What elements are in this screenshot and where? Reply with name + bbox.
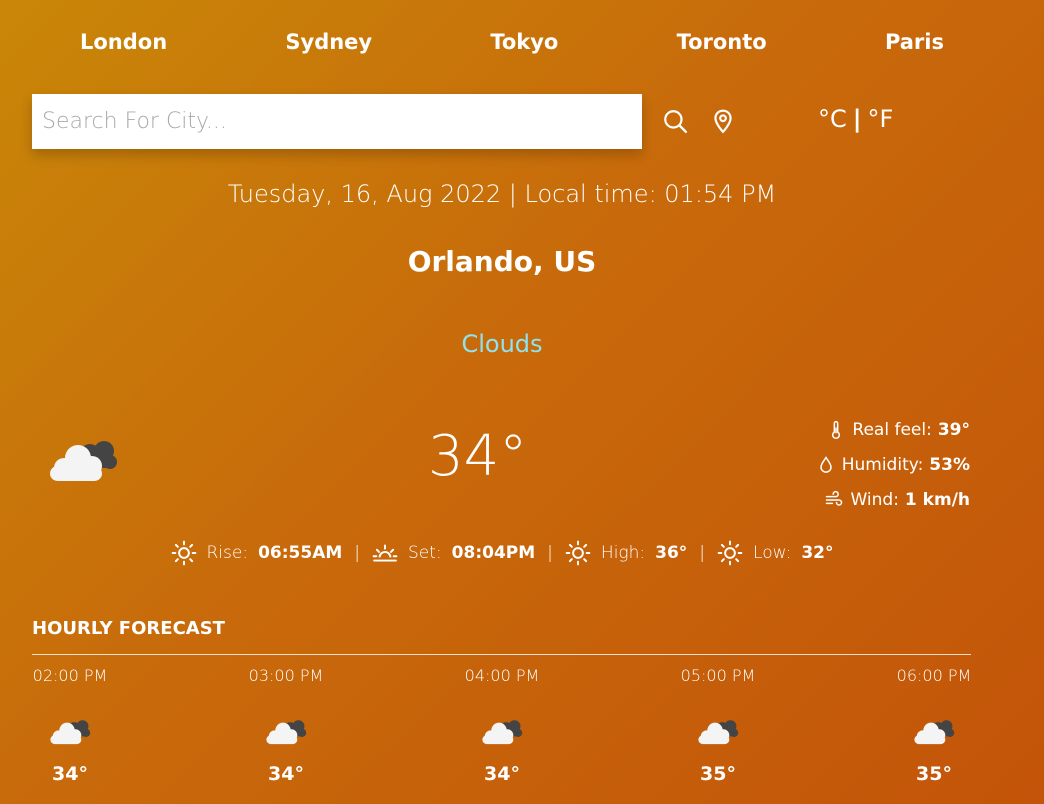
humidity-row: Humidity: 53% <box>816 447 970 482</box>
sun-icon <box>171 540 196 566</box>
sunset-icon <box>372 544 398 562</box>
real-feel-row: Real feel: 39° <box>816 412 970 447</box>
stat-separator: | <box>699 543 706 563</box>
city-link-london[interactable]: London <box>80 30 167 54</box>
sun-icon <box>565 540 591 566</box>
sunrise-value: 06:55AM <box>258 543 343 563</box>
weather-details: Real feel: 39° Humidity: 53% Wind: 1 km/… <box>816 412 970 517</box>
low-value: 32° <box>801 543 834 563</box>
city-nav: London Sydney Tokyo Toronto Paris <box>32 30 972 54</box>
search-input[interactable] <box>32 94 642 149</box>
hourly-forecast-title: HOURLY FORECAST <box>32 618 225 639</box>
divider <box>32 654 971 655</box>
forecast-temp: 34° <box>268 763 304 785</box>
cloud-icon <box>50 441 117 481</box>
forecast-time: 06:00 PM <box>896 666 972 685</box>
high-value: 36° <box>655 543 688 563</box>
location-title: Orlando, US <box>407 245 597 278</box>
current-temperature: 34° <box>428 424 528 489</box>
cloud-icon <box>914 720 955 745</box>
cloud-icon <box>482 720 523 745</box>
location-pin-icon[interactable] <box>710 108 736 134</box>
forecast-temp: 34° <box>484 763 520 785</box>
forecast-item: 06:00 PM 35° <box>896 666 972 785</box>
forecast-item: 03:00 PM 34° <box>248 666 324 785</box>
city-link-tokyo[interactable]: Tokyo <box>490 30 558 54</box>
celsius-button[interactable]: °C <box>818 105 847 133</box>
sunrise-label: Rise: <box>206 543 249 563</box>
wind-icon <box>826 490 843 506</box>
sunset-label: Set: <box>408 543 442 563</box>
droplet-icon <box>819 455 832 473</box>
search-row: °C | °F <box>32 94 972 149</box>
cloud-icon <box>50 720 91 745</box>
forecast-temp: 35° <box>916 763 952 785</box>
low-label: Low: <box>753 543 792 563</box>
thermometer-icon <box>832 420 841 439</box>
forecast-time: 02:00 PM <box>32 666 108 685</box>
city-link-toronto[interactable]: Toronto <box>677 30 767 54</box>
real-feel-label: Real feel: <box>852 419 932 440</box>
cloud-icon <box>698 720 739 745</box>
forecast-time: 03:00 PM <box>248 666 324 685</box>
fahrenheit-button[interactable]: °F <box>868 105 894 133</box>
forecast-time: 04:00 PM <box>464 666 540 685</box>
stat-separator: | <box>354 543 361 563</box>
city-link-paris[interactable]: Paris <box>885 30 944 54</box>
high-label: High: <box>600 543 646 563</box>
stat-separator: | <box>547 543 553 563</box>
unit-separator: | <box>852 105 862 133</box>
unit-toggle: °C | °F <box>818 105 893 133</box>
city-link-sydney[interactable]: Sydney <box>285 30 372 54</box>
forecast-temp: 34° <box>52 763 88 785</box>
date-time: Tuesday, 16, Aug 2022 | Local time: 01:5… <box>227 180 777 208</box>
hourly-forecast-list: 02:00 PM 34° 03:00 PM 34° 04:00 PM 34° 0… <box>32 666 972 785</box>
wind-label: Wind: <box>850 489 899 510</box>
wind-row: Wind: 1 km/h <box>816 482 970 517</box>
wind-value: 1 km/h <box>904 489 970 510</box>
weather-condition: Clouds <box>461 330 543 358</box>
real-feel-value: 39° <box>937 419 970 440</box>
cloud-icon <box>266 720 307 745</box>
forecast-item: 04:00 PM 34° <box>464 666 540 785</box>
forecast-item: 02:00 PM 34° <box>32 666 108 785</box>
humidity-label: Humidity: <box>841 454 924 475</box>
forecast-temp: 35° <box>700 763 736 785</box>
humidity-value: 53% <box>929 454 970 475</box>
sunset-value: 08:04PM <box>451 543 536 563</box>
forecast-item: 05:00 PM 35° <box>680 666 756 785</box>
forecast-time: 05:00 PM <box>680 666 756 685</box>
sun-icon <box>717 540 743 566</box>
sun-stats-row: Rise: 06:55AM | Set: 08:04PM | High: 36°… <box>0 540 1004 566</box>
search-icon[interactable] <box>662 108 688 134</box>
